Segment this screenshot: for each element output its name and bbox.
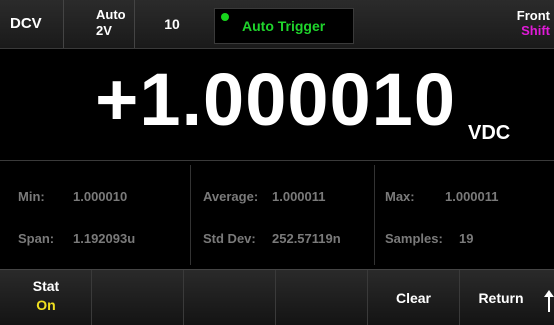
max-label: Max: — [385, 189, 415, 204]
front-label: Front — [516, 8, 550, 23]
range-indicator: Auto 2V — [64, 0, 135, 48]
range-value: 2V — [96, 23, 112, 38]
max-value: 1.000011 — [445, 189, 499, 204]
stat-softkey-state: On — [36, 297, 56, 313]
min-value: 1.000010 — [73, 189, 128, 204]
softkey-4[interactable] — [276, 270, 368, 325]
reading-unit: VDC — [468, 122, 511, 144]
span-value: 1.192093u — [73, 231, 136, 246]
stats-column-average: Average: 1.000011 Std Dev: 252.57119n — [190, 165, 375, 265]
up-arrow-icon — [544, 290, 554, 312]
average-value: 1.000011 — [272, 189, 326, 204]
min-label: Min: — [18, 189, 45, 204]
average-label: Average: — [203, 189, 259, 204]
shift-label: Shift — [521, 23, 550, 38]
clear-softkey[interactable]: Clear — [368, 270, 460, 325]
softkey-2[interactable] — [92, 270, 184, 325]
reading-value: +1.000010 — [95, 58, 456, 141]
return-softkey[interactable]: Return — [460, 270, 554, 325]
clear-softkey-label: Clear — [395, 290, 432, 306]
status-bar: DCV Auto 2V 10 Auto Trigger Front Shift — [0, 0, 554, 49]
statistics-panel: Min: 1.000010 Span: 1.192093u Average: 1… — [0, 161, 554, 269]
stats-column-min: Min: 1.000010 Span: 1.192093u — [0, 165, 190, 265]
softkey-3[interactable] — [184, 270, 276, 325]
trigger-label: Auto Trigger — [242, 18, 326, 34]
main-reading: +1.000010 VDC — [0, 48, 554, 160]
samples-label: Samples: — [385, 231, 443, 246]
stats-column-max: Max: 1.000011 Samples: 19 — [374, 165, 554, 265]
measurement-mode: DCV — [6, 0, 64, 48]
range-mode: Auto — [96, 7, 126, 22]
return-softkey-label: Return — [478, 290, 524, 306]
trigger-status-dot-icon — [221, 13, 229, 21]
stddev-value: 252.57119n — [272, 231, 341, 246]
stddev-label: Std Dev: — [203, 231, 256, 246]
samples-value: 19 — [459, 231, 474, 246]
trigger-indicator: Auto Trigger — [214, 8, 354, 44]
stat-softkey-label: Stat — [32, 278, 60, 294]
digits-indicator: 10 — [164, 16, 180, 32]
multimeter-screen: DCV Auto 2V 10 Auto Trigger Front Shift … — [0, 0, 554, 325]
softkey-bar: Stat On Clear Return — [0, 269, 554, 325]
span-label: Span: — [18, 231, 55, 246]
stat-softkey[interactable]: Stat On — [0, 270, 92, 325]
panel-indicator: Front Shift — [480, 0, 550, 48]
